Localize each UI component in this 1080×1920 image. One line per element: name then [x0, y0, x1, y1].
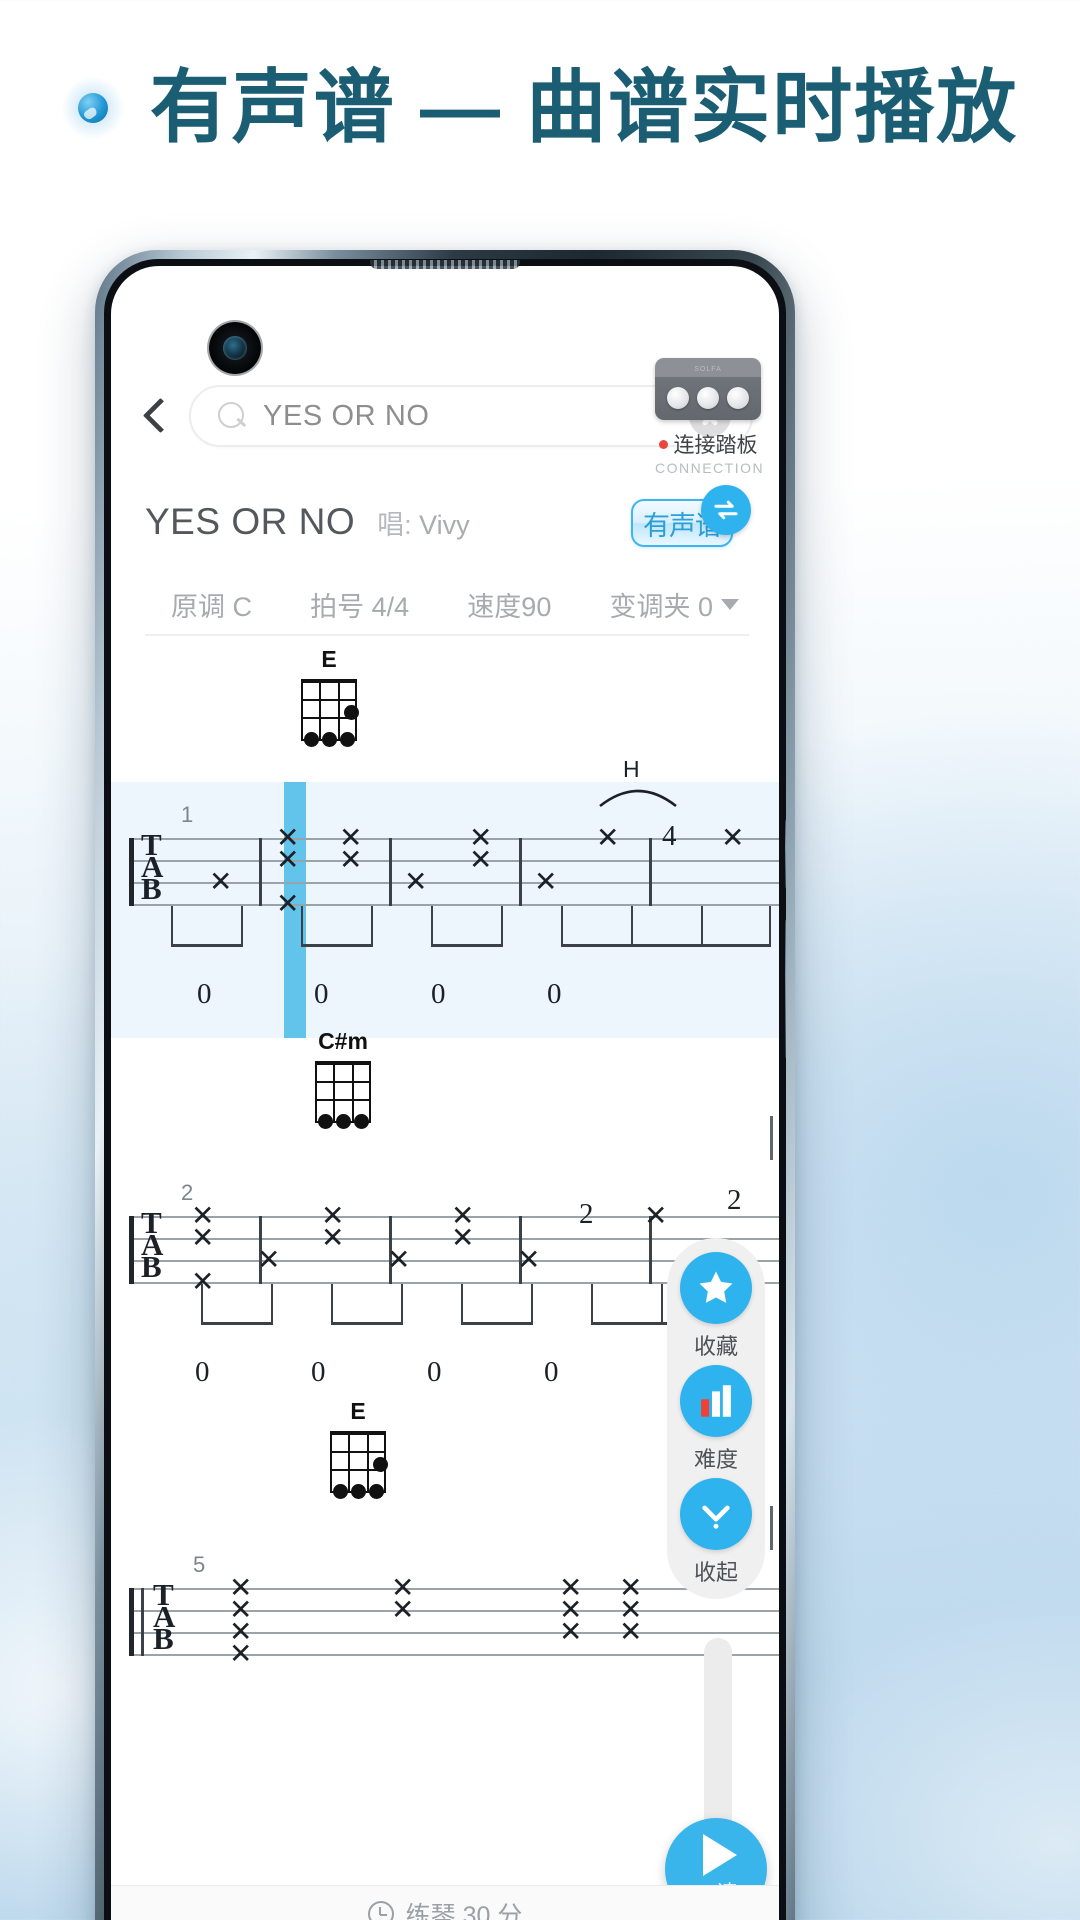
beat-number: 0 — [427, 1356, 442, 1388]
page-title: 有声谱 — 曲谱实时播放 — [149, 63, 1019, 152]
search-value: YES OR NO — [263, 399, 430, 432]
chord-diagram: E — [326, 1398, 390, 1499]
pedal-label: 连接踏板 — [673, 434, 758, 457]
measure-number: 1 — [181, 802, 194, 827]
headline: 有声谱 — 曲谱实时播放 — [0, 68, 1080, 148]
search-icon — [217, 401, 247, 431]
tab-sheet[interactable]: E T A B 1 ✕ ✕ ✕ ✕ ✕ ✕ ✕ ✕ ✕ ✕ ✕ 4 ✕ H 0 … — [111, 638, 779, 1920]
floating-tool-column: 收藏 难度 收起 — [667, 1238, 765, 1599]
beat-number: 0 — [311, 1356, 326, 1388]
song-header: YES OR NO 唱: Vivy 有声谱 — [145, 485, 753, 553]
volume-button[interactable] — [785, 819, 786, 889]
tab-letter-b: B — [141, 1249, 162, 1284]
tab-letter-b: B — [141, 871, 162, 906]
front-camera-icon — [209, 322, 261, 374]
tab-letter-b: B — [153, 1621, 174, 1656]
pedal-sub-label: CONNECTION — [655, 460, 765, 476]
vertical-scroll-thumb[interactable] — [704, 1638, 732, 1838]
pedal-button-1 — [667, 387, 689, 409]
status-dot-icon — [658, 439, 668, 449]
beat-number: 0 — [195, 1356, 210, 1388]
clock-icon — [367, 1900, 394, 1920]
meta-time-signature[interactable]: 拍号 4/4 — [310, 585, 409, 624]
chevron-down-circle-icon — [680, 1478, 752, 1550]
app-root: YES OR NO SOLFA 连接踏板 CONNECTION YES OR N… — [111, 266, 779, 1920]
phone-screen: YES OR NO SOLFA 连接踏板 CONNECTION YES OR N… — [111, 266, 779, 1920]
singer-name: Vivy — [419, 509, 470, 540]
song-singer: 唱: Vivy — [377, 503, 470, 542]
score-meta-row: 原调 C 拍号 4/4 速度90 变调夹 0 — [145, 574, 749, 636]
pedal-button-2 — [697, 387, 719, 409]
practice-bar[interactable]: 练琴 30 分 — [111, 1885, 779, 1920]
favorite-label: 收藏 — [693, 1334, 738, 1359]
pedal-button-3 — [727, 387, 749, 409]
beat-number: 0 — [197, 978, 212, 1010]
collapse-button[interactable]: 收起 — [667, 1478, 765, 1587]
swap-arrows-icon[interactable] — [701, 485, 751, 535]
beat-number: 0 — [431, 978, 446, 1010]
meta-key[interactable]: 原调 C — [171, 585, 252, 624]
favorite-button[interactable]: 收藏 — [667, 1252, 765, 1361]
measure-edge-mark — [770, 1506, 773, 1550]
earpiece-speaker-icon — [370, 260, 520, 269]
pedal-brand: SOLFA — [694, 366, 722, 373]
back-chevron-icon[interactable] — [137, 394, 171, 438]
chord-diagram: E — [297, 646, 361, 747]
pedal-connection-widget[interactable]: SOLFA 连接踏板 CONNECTION — [655, 358, 765, 476]
collapse-label: 收起 — [693, 1560, 738, 1585]
chord-name: E — [350, 1398, 366, 1424]
meta-capo[interactable]: 变调夹 0 — [609, 585, 739, 624]
blue-dot-icon — [61, 77, 124, 139]
beat-number: 0 — [544, 1356, 559, 1388]
measure-edge-mark — [770, 1116, 773, 1160]
practice-text: 练琴 30 分 — [405, 1901, 523, 1920]
difficulty-button[interactable]: 难度 — [667, 1365, 765, 1474]
chord-diagram: C#m — [311, 1028, 375, 1129]
measure-number: 5 — [193, 1552, 206, 1577]
phone-mockup: YES OR NO SOLFA 连接踏板 CONNECTION YES OR N… — [95, 250, 795, 1920]
beat-number: 0 — [547, 978, 562, 1010]
tab-staff: T A B 1 ✕ ✕ ✕ ✕ ✕ ✕ ✕ ✕ ✕ ✕ ✕ 4 ✕ H 0 0 … — [129, 756, 779, 1009]
beat-number: 0 — [314, 978, 329, 1010]
chord-name: E — [321, 646, 337, 672]
bar-chart-icon — [680, 1365, 752, 1437]
meta-tempo[interactable]: 速度90 — [467, 585, 551, 624]
singer-prefix: 唱: — [377, 509, 412, 540]
pedal-label-row: 连接踏板 — [655, 429, 761, 459]
tab-staff: T A B 5 ✕ ✕ ✕ ✕ ✕ ✕ ✕ ✕ ✕ ✕ ✕ ✕ — [129, 1552, 779, 1668]
meta-capo-label: 变调夹 0 — [609, 591, 713, 622]
power-button[interactable] — [785, 919, 786, 1059]
chord-name: C#m — [318, 1028, 368, 1054]
foot-pedal-icon: SOLFA — [655, 358, 761, 420]
audio-score-badge: 有声谱 — [631, 485, 751, 557]
hammer-on-slur — [599, 789, 677, 808]
play-icon — [703, 1833, 737, 1876]
song-title: YES OR NO — [145, 501, 356, 542]
star-icon — [680, 1252, 752, 1324]
chevron-down-icon — [721, 598, 739, 610]
difficulty-label: 难度 — [693, 1447, 738, 1472]
